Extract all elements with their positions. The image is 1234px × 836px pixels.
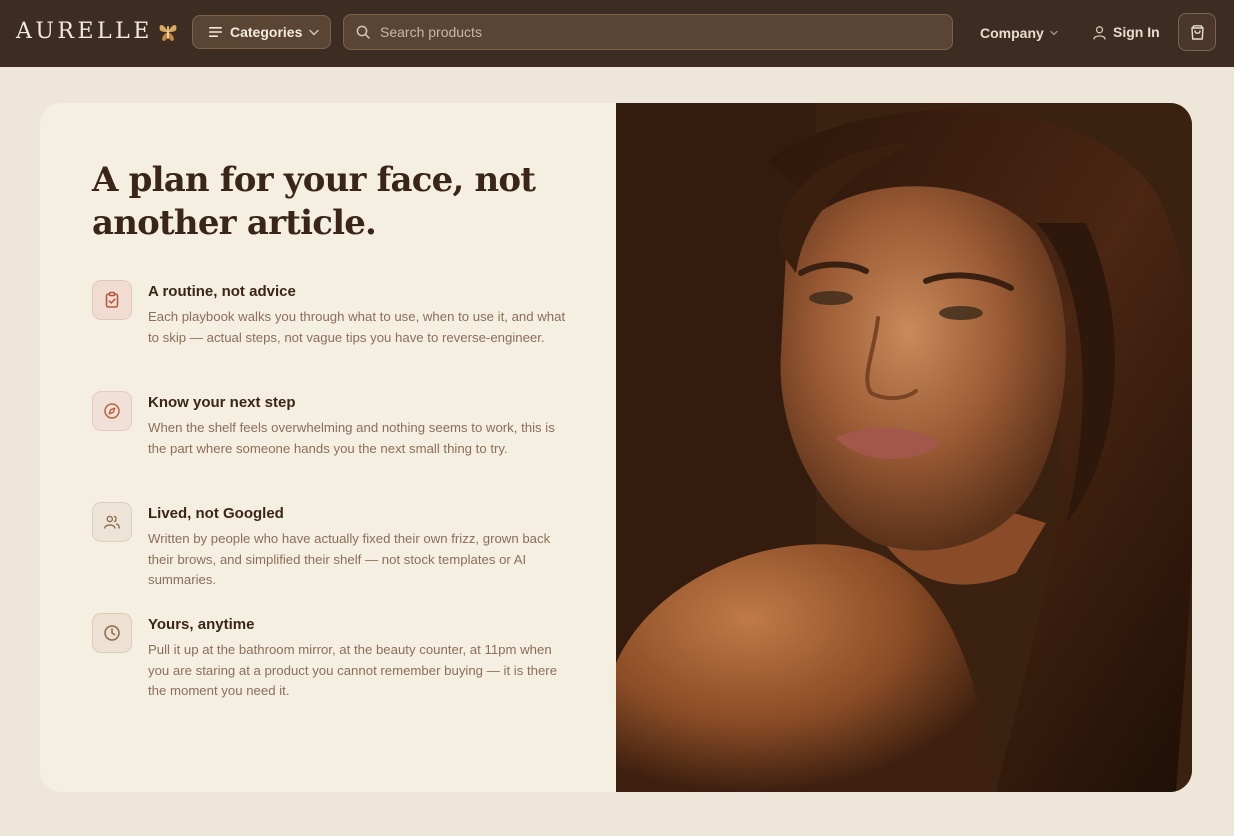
feature-title: Lived, not Googled [148,505,284,522]
categories-button[interactable]: Categories [192,15,331,49]
feature-description: Written by people who have actually fixe… [148,531,551,587]
feature-description: Pull it up at the bathroom mirror, at th… [148,642,558,698]
user-icon [1093,25,1106,40]
top-navigation-bar: AURELLE Categories Company [0,0,1234,67]
company-menu[interactable]: Company [980,23,1058,43]
search-icon [356,25,370,39]
hero-headline: A plan for your face, not another articl… [92,160,536,243]
feature-title: Know your next step [148,394,296,411]
feature-item: A routine, not advice Each playbook walk… [92,280,565,391]
clock-icon [92,613,132,653]
portrait-illustration [616,103,1192,792]
categories-label: Categories [230,24,303,40]
cart-button[interactable] [1178,13,1216,51]
feature-item: Lived, not Googled Written by people who… [92,502,562,613]
feature-item: Yours, anytime Pull it up at the bathroo… [92,613,562,724]
feature-title: Yours, anytime [148,616,255,633]
feature-title: A routine, not advice [148,283,296,300]
menu-icon [209,27,222,37]
brand-butterfly-icon [159,25,177,41]
hero-card: A plan for your face, not another articl… [40,103,1192,792]
company-label: Company [980,25,1044,41]
users-icon [92,502,132,542]
sign-in-label: Sign In [1113,24,1160,40]
feature-item: Know your next step When the shelf feels… [92,391,562,502]
compass-icon [92,391,132,431]
search-bar [343,14,953,50]
clipboard-check-icon [92,280,132,320]
shopping-bag-icon [1190,24,1204,40]
feature-description: Each playbook walks you through what to … [148,309,566,345]
chevron-down-icon [1050,30,1058,36]
chevron-down-icon [309,29,320,35]
sign-in-link[interactable]: Sign In [1092,22,1160,42]
hero-content: A plan for your face, not another articl… [40,103,616,792]
search-input[interactable] [380,24,940,40]
feature-list: A routine, not advice Each playbook walk… [92,280,565,724]
hero-portrait-image [616,103,1192,792]
brand-logo[interactable]: AURELLE [16,17,153,47]
feature-description: When the shelf feels overwhelming and no… [148,420,555,456]
